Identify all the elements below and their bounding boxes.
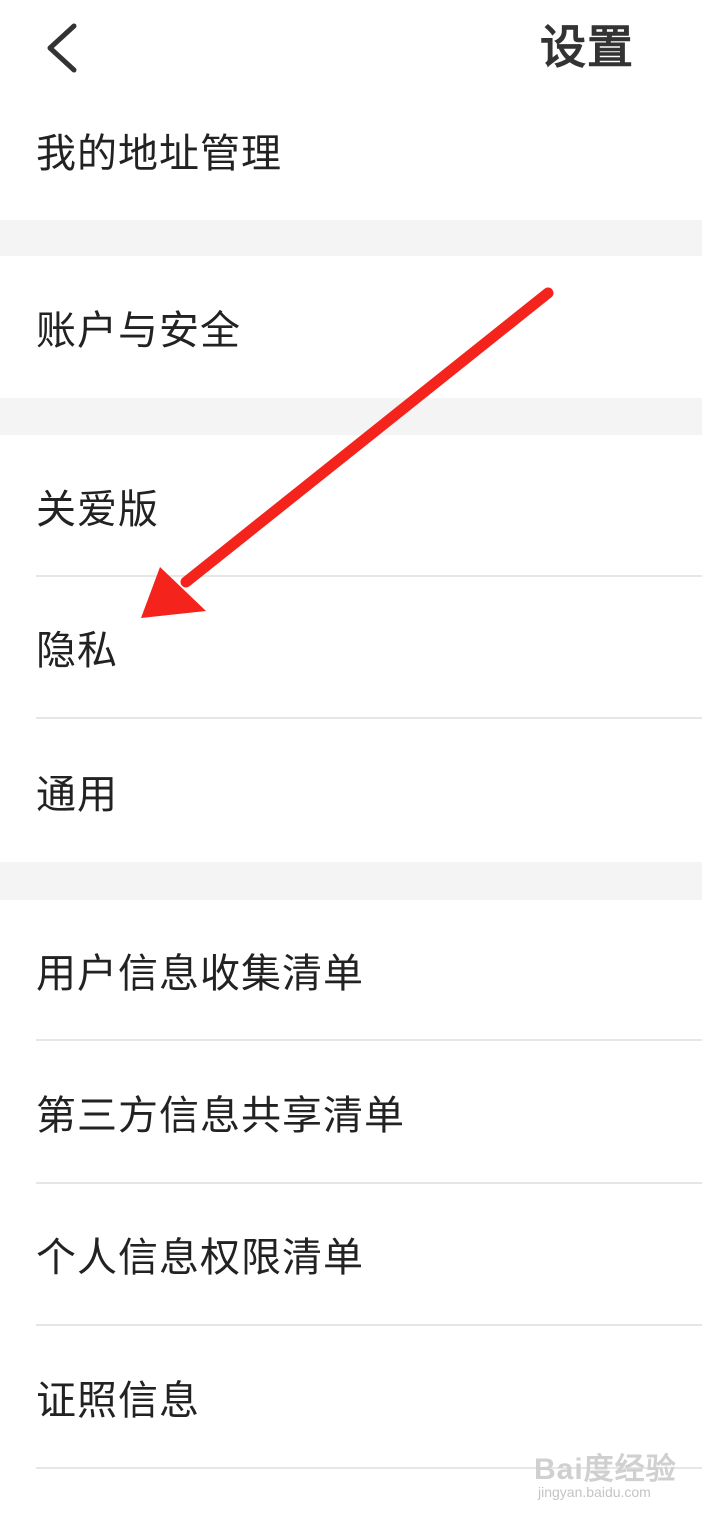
list-item-account-security[interactable]: 账户与安全 (0, 256, 702, 398)
watermark-url: jingyan.baidu.com (538, 1484, 651, 1500)
section-gap (0, 398, 702, 435)
list-item-label: 第三方信息共享清单 (36, 1092, 405, 1139)
list-item-license-info[interactable]: 证照信息 (0, 1326, 702, 1467)
list-item-label: 关爱版 (36, 486, 159, 533)
back-button[interactable] (30, 12, 96, 82)
page-title: 设置 (540, 20, 634, 74)
section-gap (0, 220, 702, 256)
list-item-label: 我的地址管理 (36, 131, 282, 177)
list-item-general[interactable]: 通用 (0, 719, 702, 862)
list-item-label: 隐私 (36, 628, 118, 674)
list-item-label: 个人信息权限清单 (36, 1235, 364, 1281)
list-item-label: 通用 (36, 771, 118, 818)
list-item-label: 用户信息收集清单 (36, 950, 364, 997)
list-item-label: 证照信息 (36, 1377, 200, 1424)
list-item-user-info-list[interactable]: 用户信息收集清单 (0, 900, 702, 1039)
top-bar: 设置 (0, 0, 702, 100)
list-item-privacy[interactable]: 隐私 (0, 577, 702, 717)
list-item-third-party-list[interactable]: 第三方信息共享清单 (0, 1041, 702, 1182)
list-item-address[interactable]: 我的地址管理 (0, 100, 702, 220)
list-item-label: 账户与安全 (36, 308, 241, 354)
divider (36, 1467, 702, 1469)
list-item-care-mode[interactable]: 关爱版 (0, 435, 702, 576)
list-item-permission-list[interactable]: 个人信息权限清单 (0, 1184, 702, 1324)
section-gap (0, 862, 702, 900)
chevron-left-icon (47, 23, 77, 73)
